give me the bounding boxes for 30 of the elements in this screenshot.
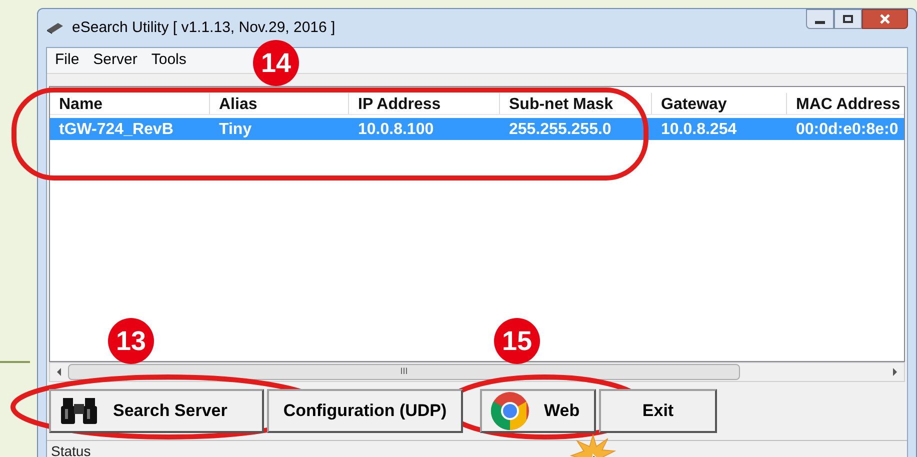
- toolbar-button[interactable]: Search Server: [49, 389, 264, 433]
- column-header[interactable]: IP Address: [349, 93, 500, 114]
- close-button[interactable]: [862, 9, 908, 29]
- minimize-button[interactable]: [806, 9, 834, 29]
- window-title: eSearch Utility [ v1.1.13, Nov.29, 2016 ]: [72, 18, 336, 38]
- table-cell-text: Tiny: [218, 120, 253, 140]
- column-header[interactable]: Name: [50, 93, 210, 114]
- toolbar-button[interactable]: Configuration (UDP): [267, 389, 463, 433]
- column-header[interactable]: Gateway: [652, 93, 787, 114]
- maximize-button[interactable]: [834, 9, 862, 29]
- table-cell-text: 10.0.8.254: [660, 120, 738, 140]
- column-header[interactable]: MAC Address: [787, 93, 904, 114]
- left-page-rule: [0, 361, 30, 363]
- menu-item[interactable]: Server: [93, 49, 138, 72]
- horizontal-scrollbar[interactable]: III: [49, 362, 905, 382]
- toolbar-button[interactable]: Exit: [599, 389, 717, 433]
- column-header[interactable]: Sub-net Mask: [500, 93, 652, 114]
- app-icon: [46, 21, 64, 35]
- menu-item[interactable]: File: [55, 49, 80, 72]
- column-header[interactable]: Alias: [210, 93, 349, 114]
- table-cell-text: 00:0d:e0:8e:0: [795, 120, 900, 140]
- menu-item[interactable]: Tools: [151, 49, 186, 72]
- browser-logo-icon: [490, 391, 530, 431]
- binoculars-icon: [59, 396, 99, 426]
- table-cell-text: 10.0.8.100: [357, 120, 435, 140]
- table-cell-text: 255.255.255.0: [508, 120, 612, 140]
- scroll-thumb[interactable]: III: [68, 364, 740, 380]
- web-button[interactable]: Web: [480, 389, 596, 433]
- close-icon: [880, 14, 890, 24]
- table-cell-text: tGW-724_RevB: [58, 120, 174, 140]
